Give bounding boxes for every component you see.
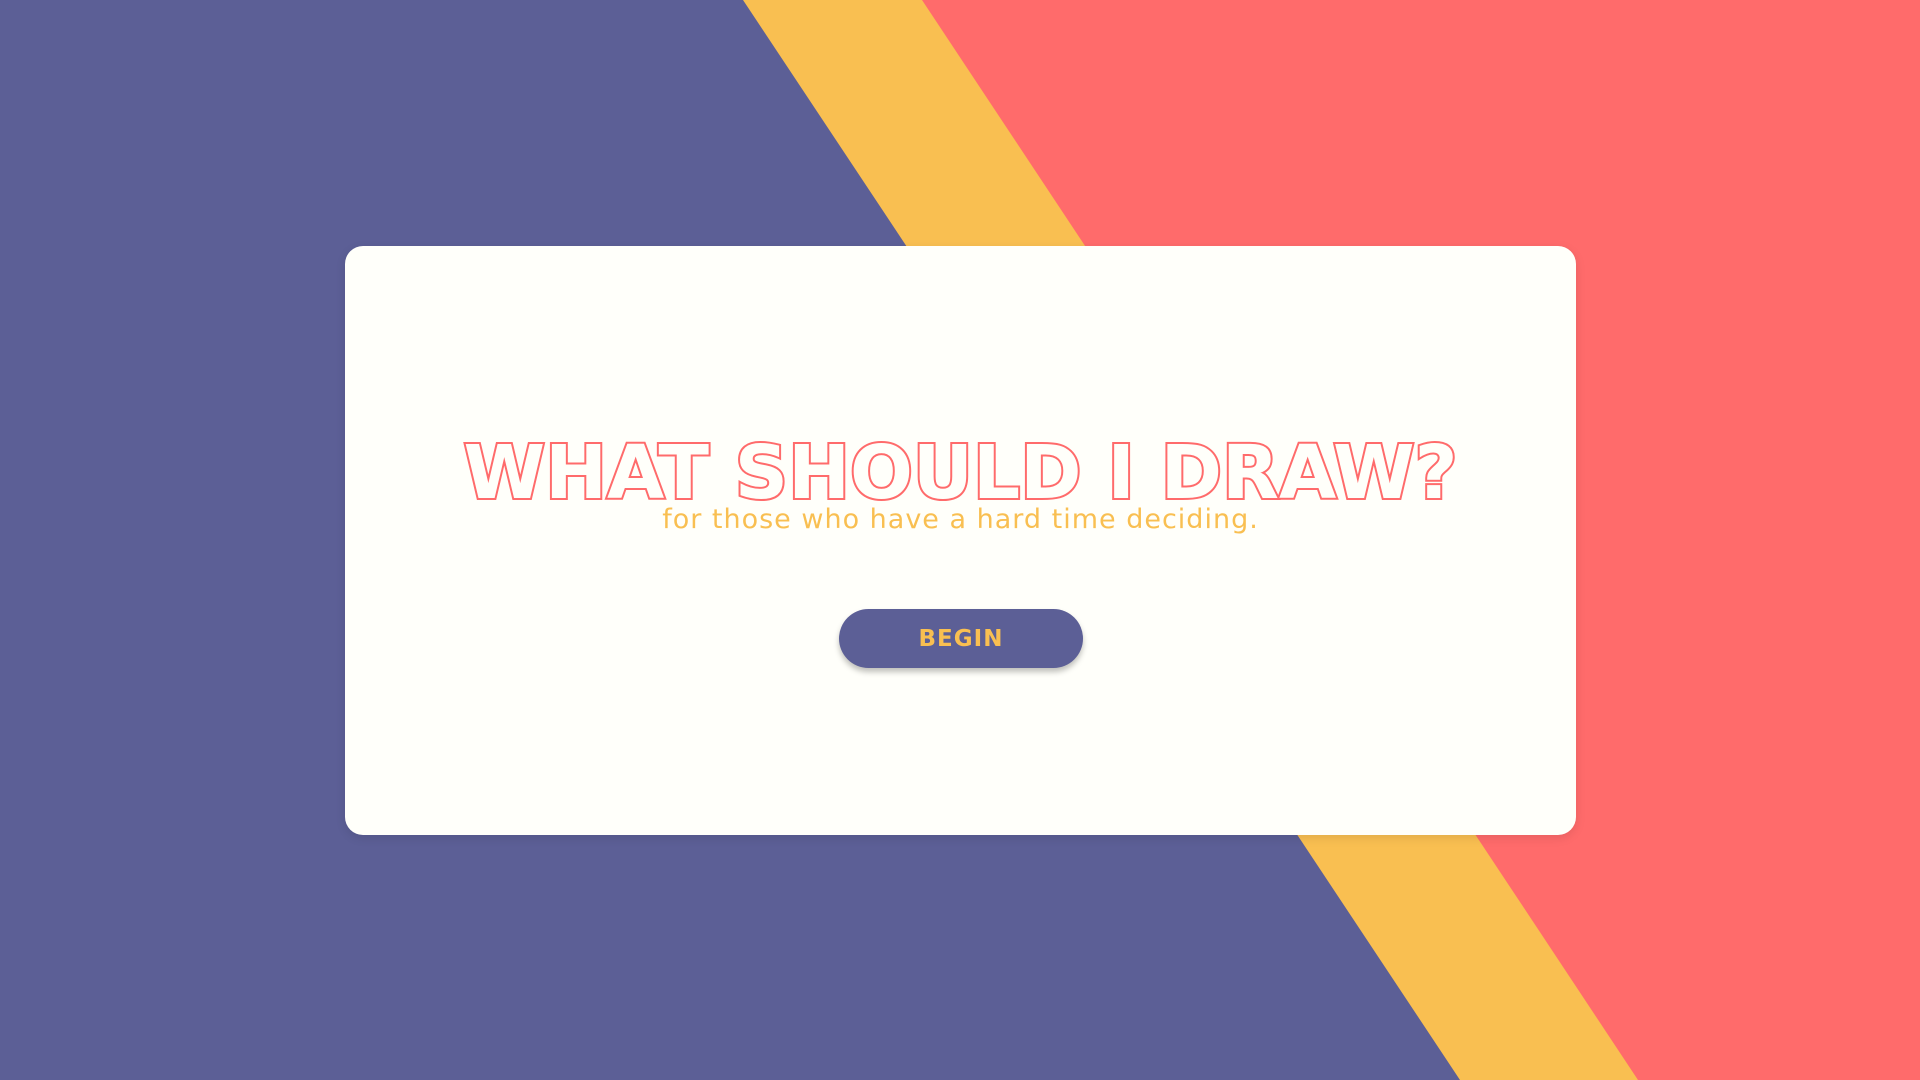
page-title: WHAT SHOULD I DRAW? — [461, 429, 1459, 516]
intro-card: WHAT SHOULD I DRAW? for those who have a… — [345, 246, 1576, 835]
begin-button[interactable]: BEGIN — [839, 609, 1083, 668]
page-subtitle: for those who have a hard time deciding. — [662, 504, 1259, 535]
